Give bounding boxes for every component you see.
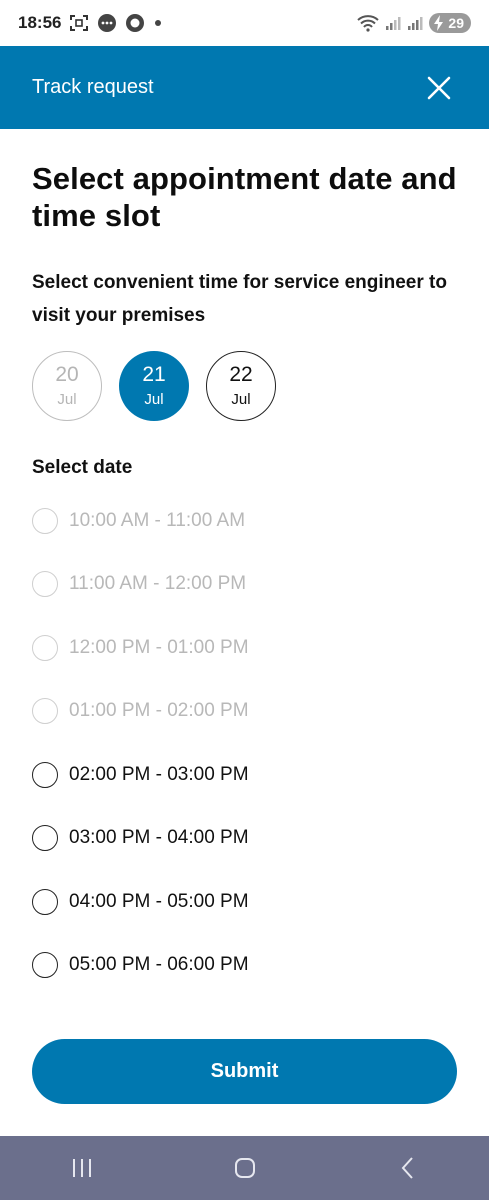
close-button[interactable]: [421, 70, 457, 106]
time-slot-label: 11:00 AM - 12:00 PM: [69, 573, 247, 595]
radio-button[interactable]: [32, 698, 58, 725]
header-title: Track request: [32, 76, 154, 98]
dot-icon: [153, 18, 163, 28]
home-button[interactable]: [215, 1144, 275, 1192]
home-icon: [234, 1158, 255, 1178]
time-slot-option[interactable]: 02:00 PM - 03:00 PM: [32, 743, 457, 807]
status-bar: 18:56 29: [0, 0, 489, 46]
time-slot-label: 05:00 PM - 06:00 PM: [69, 954, 249, 976]
date-month: Jul: [231, 390, 251, 408]
date-day: 20: [55, 362, 79, 386]
back-button[interactable]: [378, 1144, 438, 1192]
time-slot-label: 12:00 PM - 01:00 PM: [69, 636, 249, 658]
time-slot-option[interactable]: [32, 997, 457, 1004]
main-content: Select appointment date and time slot Se…: [32, 160, 457, 1004]
back-icon: [401, 1157, 413, 1179]
system-nav-bar: [0, 1136, 489, 1200]
radio-button[interactable]: [32, 825, 58, 852]
wifi-icon: [357, 14, 380, 32]
date-day: 21: [142, 362, 166, 386]
radio-button[interactable]: [32, 888, 58, 915]
recent-apps-icon: [72, 1159, 91, 1177]
time-slot-option[interactable]: 04:00 PM - 05:00 PM: [32, 870, 457, 934]
radio-button[interactable]: [32, 761, 58, 788]
time-slot-option[interactable]: 12:00 PM - 01:00 PM: [32, 616, 457, 680]
radio-button[interactable]: [32, 634, 58, 661]
app-header: Track request: [0, 46, 489, 129]
time-slot-label: 04:00 PM - 05:00 PM: [69, 890, 249, 912]
record-icon: [125, 13, 145, 33]
time-slot-label: 01:00 PM - 02:00 PM: [69, 700, 249, 722]
page-title: Select appointment date and time slot: [32, 161, 457, 233]
time-slot-option[interactable]: 03:00 PM - 04:00 PM: [32, 807, 457, 871]
time-slot-option[interactable]: 05:00 PM - 06:00 PM: [32, 934, 457, 998]
status-time: 18:56: [18, 13, 62, 32]
date-month: Jul: [57, 390, 77, 408]
date-month: Jul: [144, 390, 164, 408]
battery-charging-icon: [433, 15, 445, 31]
screenshot-icon: [69, 14, 89, 32]
time-slot-option[interactable]: 01:00 PM - 02:00 PM: [32, 680, 457, 744]
date-chip-20[interactable]: 20 Jul: [32, 351, 102, 421]
recent-apps-button[interactable]: [52, 1144, 112, 1192]
radio-button[interactable]: [32, 571, 58, 598]
time-slot-section-label: Select date: [32, 457, 133, 478]
time-slot-label: 03:00 PM - 04:00 PM: [69, 827, 249, 849]
status-left: 18:56: [18, 13, 163, 33]
submit-button[interactable]: Submit: [32, 1039, 457, 1104]
battery-indicator: 29: [429, 13, 471, 33]
time-slot-list[interactable]: 10:00 AM - 11:00 AM 11:00 AM - 12:00 PM …: [32, 489, 457, 1004]
signal-icon: [407, 15, 423, 31]
page-subtitle: Select convenient time for service engin…: [32, 272, 447, 326]
battery-level: 29: [448, 15, 464, 31]
radio-button[interactable]: [32, 952, 58, 979]
signal-icon: [385, 15, 401, 31]
time-slot-option[interactable]: 10:00 AM - 11:00 AM: [32, 489, 457, 553]
status-right: 29: [357, 13, 471, 33]
chat-bubble-icon: [97, 13, 117, 33]
date-selector: 20 Jul 21 Jul 22 Jul: [32, 351, 457, 421]
time-slot-option[interactable]: 11:00 AM - 12:00 PM: [32, 553, 457, 617]
date-chip-22[interactable]: 22 Jul: [206, 351, 276, 421]
time-slot-label: 10:00 AM - 11:00 AM: [69, 509, 246, 531]
radio-button[interactable]: [32, 507, 58, 534]
date-day: 22: [229, 362, 253, 386]
time-slot-label: 02:00 PM - 03:00 PM: [69, 763, 249, 785]
date-chip-21[interactable]: 21 Jul: [119, 351, 189, 421]
close-icon: [427, 76, 451, 99]
